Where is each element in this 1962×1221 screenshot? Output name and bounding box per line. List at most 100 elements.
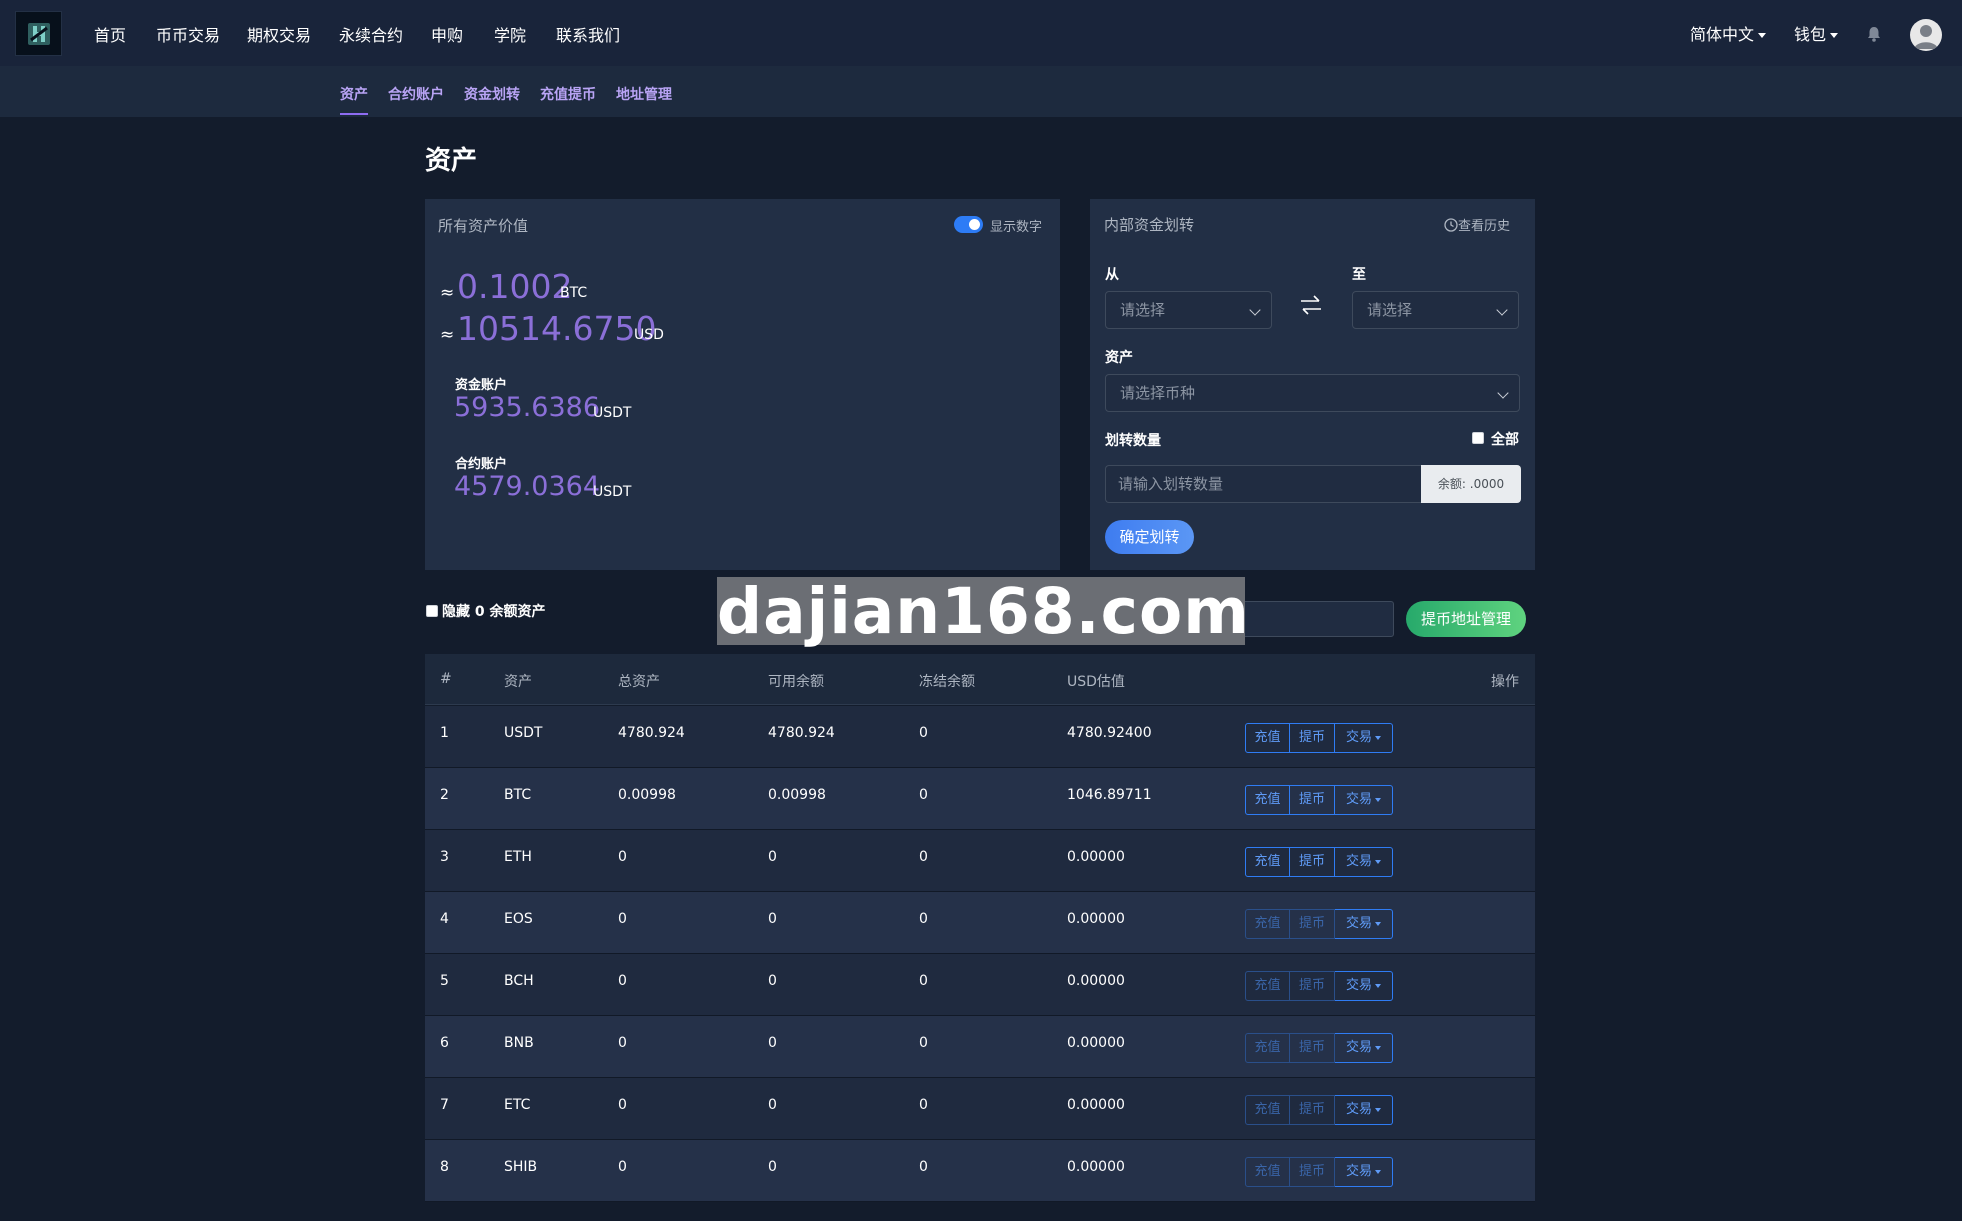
- swap-icon[interactable]: [1297, 294, 1325, 316]
- chevron-down-icon: [1249, 304, 1261, 316]
- row-asset: BTC: [504, 787, 532, 803]
- row-available: 0: [768, 1159, 777, 1175]
- withdraw-button[interactable]: 提币: [1290, 847, 1335, 877]
- tab-assets[interactable]: 资产: [340, 84, 368, 104]
- col-total: 总资产: [618, 674, 660, 690]
- withdraw-button[interactable]: 提币: [1290, 1157, 1335, 1187]
- funding-unit: USDT: [593, 405, 632, 421]
- withdraw-button[interactable]: 提币: [1290, 785, 1335, 815]
- user-icon: [1914, 25, 1938, 49]
- asset-value-panel: [425, 199, 1060, 570]
- nav-options-trading[interactable]: 期权交易: [247, 22, 311, 46]
- trade-label: 交易: [1345, 916, 1372, 931]
- transfer-amount-input[interactable]: 请输入划转数量: [1105, 465, 1421, 503]
- nav-subscription[interactable]: 申购: [431, 22, 463, 46]
- table-row: 7 ETC 0 0 0 0.00000 充值 提币 交易: [425, 1078, 1535, 1140]
- from-select-value: 请选择: [1120, 301, 1166, 319]
- nav-perpetual-contract[interactable]: 永续合约: [339, 22, 403, 46]
- row-frozen: 0: [919, 911, 928, 927]
- row-available: 4780.924: [768, 725, 835, 741]
- funding-account-value: 5935.6386: [454, 392, 601, 423]
- table-row: 2 BTC 0.00998 0.00998 0 1046.89711 充值 提币 交易: [425, 768, 1535, 830]
- amount-placeholder: 请输入划转数量: [1118, 475, 1224, 493]
- deposit-button[interactable]: 充值: [1245, 971, 1290, 1001]
- funding-account-label: 资金账户: [455, 378, 508, 393]
- page-title: 资产: [425, 146, 478, 176]
- tab-contract-account[interactable]: 合约账户: [388, 84, 444, 104]
- row-index: 2: [440, 787, 449, 803]
- trade-dropdown-button[interactable]: 交易: [1335, 847, 1393, 877]
- chevron-down-icon: [1375, 1107, 1381, 1112]
- hide-zero-balance-checkbox[interactable]: [426, 605, 438, 617]
- view-history-label: 查看历史: [1458, 219, 1511, 234]
- trade-dropdown-button[interactable]: 交易: [1335, 971, 1393, 1001]
- deposit-button[interactable]: 充值: [1245, 785, 1290, 815]
- tab-fund-transfer[interactable]: 资金划转: [464, 84, 520, 104]
- trade-label: 交易: [1345, 1040, 1372, 1055]
- show-numbers-label: 显示数字: [990, 220, 1043, 235]
- language-dropdown[interactable]: 简体中文: [1690, 21, 1767, 45]
- row-available: 0: [768, 973, 777, 989]
- deposit-button[interactable]: 充值: [1245, 847, 1290, 877]
- trade-dropdown-button[interactable]: 交易: [1335, 1033, 1393, 1063]
- withdraw-button[interactable]: 提币: [1290, 971, 1335, 1001]
- total-usd-value: 10514.6750: [457, 309, 657, 348]
- row-index: 5: [440, 973, 449, 989]
- withdraw-button[interactable]: 提币: [1290, 723, 1335, 753]
- row-asset: BCH: [504, 973, 534, 989]
- trade-dropdown-button[interactable]: 交易: [1335, 723, 1393, 753]
- nav-home[interactable]: 首页: [94, 22, 126, 46]
- user-avatar[interactable]: [1910, 19, 1942, 51]
- trade-dropdown-button[interactable]: 交易: [1335, 785, 1393, 815]
- from-label: 从: [1105, 267, 1119, 283]
- nav-academy[interactable]: 学院: [494, 22, 526, 46]
- amount-label: 划转数量: [1105, 433, 1161, 449]
- deposit-button[interactable]: 充值: [1245, 1095, 1290, 1125]
- nav-contact-us[interactable]: 联系我们: [556, 22, 620, 46]
- row-action-group: 充值 提币 交易: [1245, 723, 1393, 753]
- asset-coin-select[interactable]: 请选择币种: [1105, 374, 1520, 412]
- site-logo[interactable]: [15, 11, 62, 56]
- row-usd-value: 0.00000: [1067, 973, 1125, 989]
- row-action-group: 充值 提币 交易: [1245, 847, 1393, 877]
- table-row: 4 EOS 0 0 0 0.00000 充值 提币 交易: [425, 892, 1535, 954]
- transfer-panel-title: 内部资金划转: [1104, 216, 1195, 234]
- row-index: 3: [440, 849, 449, 865]
- chevron-down-icon: [1830, 33, 1839, 38]
- withdraw-button[interactable]: 提币: [1290, 909, 1335, 939]
- from-account-select[interactable]: 请选择: [1105, 291, 1272, 329]
- view-history-link[interactable]: 查看历史: [1444, 215, 1510, 234]
- deposit-button[interactable]: 充值: [1245, 1157, 1290, 1187]
- tab-deposit-withdraw[interactable]: 充值提币: [540, 84, 596, 104]
- row-index: 7: [440, 1097, 449, 1113]
- trade-dropdown-button[interactable]: 交易: [1335, 1095, 1393, 1125]
- row-frozen: 0: [919, 787, 928, 803]
- confirm-transfer-button[interactable]: 确定划转: [1105, 520, 1194, 554]
- trade-dropdown-button[interactable]: 交易: [1335, 1157, 1393, 1187]
- row-total: 4780.924: [618, 725, 685, 741]
- to-account-select[interactable]: 请选择: [1352, 291, 1519, 329]
- show-numbers-toggle[interactable]: [954, 216, 983, 233]
- row-index: 8: [440, 1159, 449, 1175]
- transfer-all-checkbox[interactable]: [1472, 432, 1484, 444]
- withdraw-button[interactable]: 提币: [1290, 1095, 1335, 1125]
- table-row: 1 USDT 4780.924 4780.924 0 4780.92400 充值 提币 交易: [425, 706, 1535, 768]
- chevron-down-icon: [1375, 921, 1381, 926]
- watermark-text: dajian168.com: [717, 575, 1250, 648]
- bell-icon[interactable]: [1864, 24, 1884, 44]
- chevron-down-icon: [1375, 1045, 1381, 1050]
- deposit-button[interactable]: 充值: [1245, 1033, 1290, 1063]
- asset-panel-title: 所有资产价值: [438, 217, 529, 235]
- deposit-button[interactable]: 充值: [1245, 909, 1290, 939]
- table-header: # 资产 总资产 可用余额 冻结余额 USD估值 操作: [425, 654, 1535, 705]
- tab-address-management[interactable]: 地址管理: [616, 84, 672, 104]
- row-usd-value: 0.00000: [1067, 1097, 1125, 1113]
- trade-dropdown-button[interactable]: 交易: [1335, 909, 1393, 939]
- nav-spot-trading[interactable]: 币币交易: [156, 22, 220, 46]
- deposit-button[interactable]: 充值: [1245, 723, 1290, 753]
- wallet-dropdown[interactable]: 钱包: [1794, 21, 1839, 45]
- withdraw-address-button[interactable]: 提币地址管理: [1406, 601, 1526, 637]
- trade-label: 交易: [1345, 854, 1372, 869]
- withdraw-button[interactable]: 提币: [1290, 1033, 1335, 1063]
- row-asset: ETH: [504, 849, 532, 865]
